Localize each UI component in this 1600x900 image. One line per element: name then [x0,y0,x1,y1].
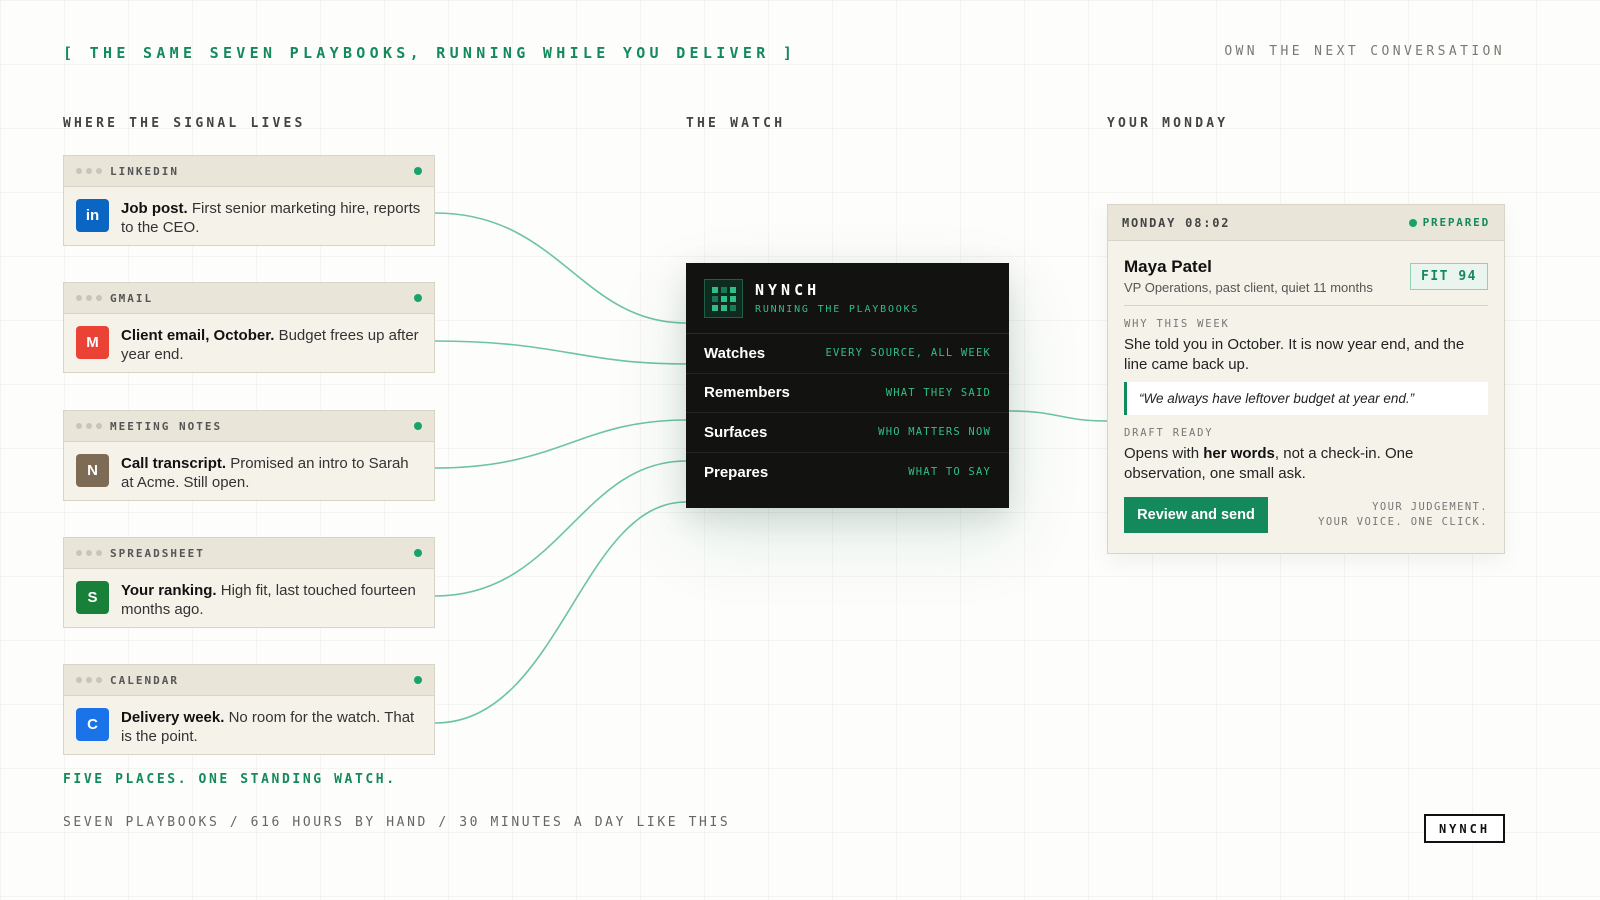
window-dots [76,423,102,429]
prepared-status-badge: PREPARED [1408,216,1490,229]
fit-score-badge: FIT 94 [1410,263,1488,290]
engine-row-surfaces: Surfaces WHO MATTERS NOW [686,413,1009,453]
status-dot [414,294,422,302]
column-label-signal: WHERE THE SIGNAL LIVES [63,116,306,131]
engine-row-note: EVERY SOURCE, ALL WEEK [825,347,991,360]
source-name: LINKEDIN [110,164,179,178]
footer-tagline: FIVE PLACES. ONE STANDING WATCH. [63,772,397,787]
footer-stats: SEVEN PLAYBOOKS / 616 HOURS BY HAND / 30… [63,815,731,830]
engine-row-label: Surfaces [704,423,768,441]
gmail-icon: M [76,326,109,359]
watch-engine-panel: NYNCH RUNNING THE PLAYBOOKS Watches EVER… [686,263,1009,508]
engine-row-label: Remembers [704,384,790,402]
connector-spreadsheet [434,460,687,597]
column-label-watch: THE WATCH [686,116,786,131]
engine-title: NYNCH [755,281,821,299]
source-card-header: LINKEDIN [64,156,434,187]
status-dot [414,549,422,557]
source-card-calendar: CALENDAR C Delivery week. No room for th… [63,664,435,755]
draft-description: Opens with her words, not a check-in. On… [1124,445,1414,482]
contact-name: Maya Patel [1124,257,1212,276]
window-dots [76,550,102,556]
source-text: Client email, October. Budget frees up a… [121,327,419,363]
source-text: Your ranking. High fit, last touched fou… [121,582,416,618]
source-name: GMAIL [110,291,154,305]
engine-row-remembers: Remembers WHAT THEY SAID [686,374,1009,413]
source-card-header: CALENDAR [64,665,434,696]
spreadsheet-icon: S [76,581,109,614]
client-quote: “We always have leftover budget at year … [1124,382,1488,415]
monday-card-header: MONDAY 08:02 PREPARED [1108,205,1504,241]
engine-subtitle: RUNNING THE PLAYBOOKS [755,304,920,315]
engine-header: NYNCH RUNNING THE PLAYBOOKS [686,263,1009,334]
source-card-header: SPREADSHEET [64,538,434,569]
hero-tagline: [ THE SAME SEVEN PLAYBOOKS, RUNNING WHIL… [63,44,797,62]
engine-row-note: WHO MATTERS NOW [878,426,991,439]
nynch-footer-logo[interactable]: NYNCH [1424,814,1505,843]
draft-ready-label: DRAFT READY [1124,427,1214,439]
connector-monday [1008,410,1108,422]
connector-gmail [434,340,687,365]
source-card-header: GMAIL [64,283,434,314]
source-card-spreadsheet: SPREADSHEET S Your ranking. High fit, la… [63,537,435,628]
review-and-send-button[interactable]: Review and send [1124,497,1268,533]
connector-calendar [434,501,687,724]
status-dot [414,167,422,175]
linkedin-icon: in [76,199,109,232]
engine-row-watches: Watches EVERY SOURCE, ALL WEEK [686,334,1009,374]
engine-row-label: Prepares [704,463,769,481]
why-this-week-label: WHY THIS WEEK [1124,318,1230,330]
connector-meeting-notes [434,419,687,469]
notes-icon: N [76,454,109,487]
header-right-note: OWN THE NEXT CONVERSATION [1224,44,1505,59]
contact-role: VP Operations, past client, quiet 11 mon… [1124,280,1373,295]
engine-row-note: WHAT THEY SAID [885,386,991,399]
connector-linkedin [434,212,687,324]
contact-summary: Maya Patel VP Operations, past client, q… [1124,241,1488,306]
nynch-logo-icon [704,278,743,318]
source-text: Delivery week. No room for the watch. Th… [121,709,415,745]
status-dot [1408,218,1417,227]
window-dots [76,295,102,301]
source-name: SPREADSHEET [110,546,205,560]
engine-row-prepares: Prepares WHAT TO SAY [686,453,1009,493]
engine-row-label: Watches [704,344,766,362]
window-dots [76,168,102,174]
why-this-week-text: She told you in October. It is now year … [1124,336,1465,373]
engine-row-note: WHAT TO SAY [908,466,991,479]
judgement-note: YOUR JUDGEMENT. YOUR VOICE. ONE CLICK. [1318,501,1488,528]
status-dot [414,676,422,684]
monday-timestamp: MONDAY 08:02 [1122,215,1231,230]
source-text: Job post. First senior marketing hire, r… [121,200,421,236]
source-name: CALENDAR [110,673,179,687]
status-dot [414,422,422,430]
source-card-meeting-notes: MEETING NOTES N Call transcript. Promise… [63,410,435,501]
source-name: MEETING NOTES [110,419,223,433]
source-card-gmail: GMAIL M Client email, October. Budget fr… [63,282,435,373]
window-dots [76,677,102,683]
source-card-header: MEETING NOTES [64,411,434,442]
monday-brief-card: MONDAY 08:02 PREPARED Maya Patel VP Oper… [1107,204,1505,554]
column-label-monday: YOUR MONDAY [1107,116,1229,131]
source-text: Call transcript. Promised an intro to Sa… [121,455,409,491]
calendar-icon: C [76,708,109,741]
source-card-linkedin: LINKEDIN in Job post. First senior marke… [63,155,435,246]
